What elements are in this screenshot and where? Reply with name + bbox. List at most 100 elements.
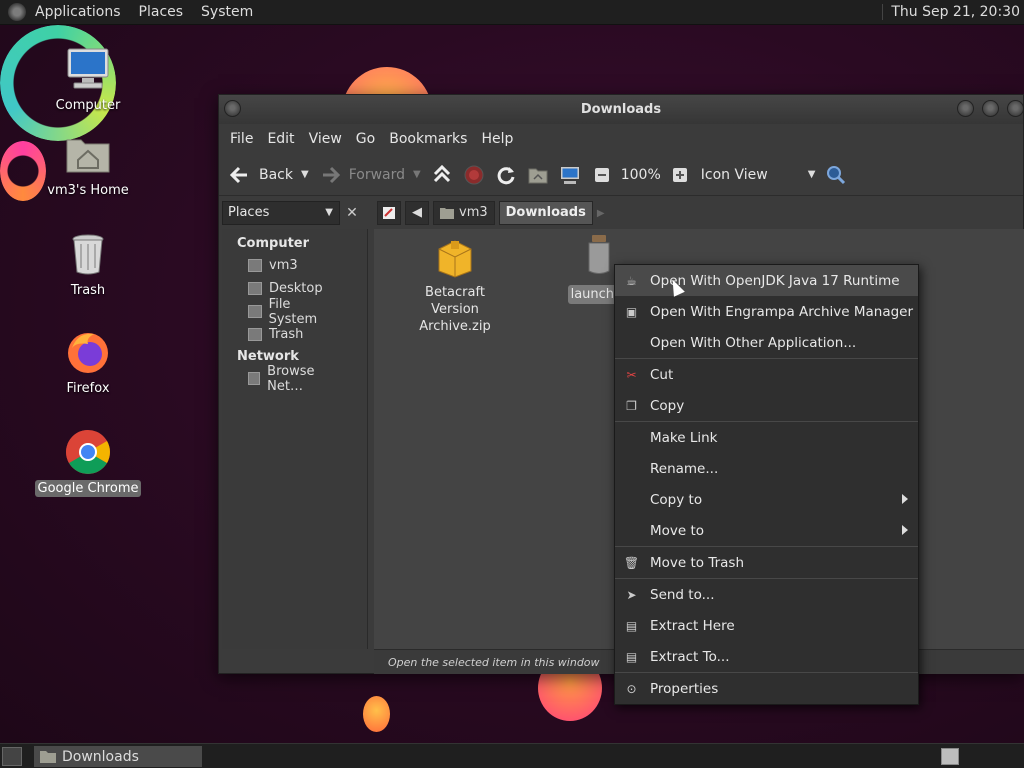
sidebar-item-vm3[interactable]: vm3 — [222, 254, 367, 277]
menu-item-extract-here[interactable]: ▤ Extract Here — [615, 610, 918, 641]
menu-system[interactable]: System — [192, 4, 262, 20]
properties-icon: ⊙ — [626, 681, 637, 696]
menu-item-label: Properties — [650, 680, 719, 697]
sidebar-item-browse-network[interactable]: Browse Net… — [222, 364, 367, 394]
home-folder-icon — [248, 259, 262, 272]
menu-help[interactable]: Help — [474, 131, 520, 147]
menu-item-open-with-other[interactable]: Open With Other Application... — [615, 327, 918, 358]
view-mode-value: Icon View — [700, 166, 768, 183]
menu-item-make-link[interactable]: Make Link — [615, 422, 918, 453]
sidebar-item-file-system[interactable]: File System — [222, 297, 367, 327]
menu-item-label: Make Link — [650, 429, 718, 446]
desktop-icon-label: vm3's Home — [47, 183, 129, 198]
toggle-location-entry-button[interactable] — [377, 201, 401, 225]
desktop-icon-label: Firefox — [66, 381, 110, 396]
menu-go[interactable]: Go — [349, 131, 382, 147]
stop-button[interactable] — [463, 164, 485, 186]
desktop-icon-firefox[interactable]: Firefox — [33, 328, 143, 397]
menu-bookmarks[interactable]: Bookmarks — [382, 131, 474, 147]
menu-file[interactable]: File — [223, 131, 260, 147]
menu-item-extract-to[interactable]: ▤ Extract To... — [615, 641, 918, 672]
window-menu-button[interactable] — [224, 100, 241, 117]
menu-item-cut[interactable]: ✂ Cut — [615, 359, 918, 390]
title-bar[interactable]: Downloads — [219, 95, 1024, 124]
location-bar: Places ▼ ✕ ◀ vm3 Downloads ▶ — [219, 197, 1024, 229]
menu-edit[interactable]: Edit — [260, 131, 301, 147]
folder-icon — [40, 751, 56, 763]
minimize-button[interactable] — [957, 100, 974, 117]
view-mode-select[interactable]: Icon View ▼ — [701, 167, 816, 183]
menu-item-copy[interactable]: ❐ Copy — [615, 390, 918, 421]
menu-item-label: Open With Other Application... — [650, 334, 857, 351]
menu-item-open-with-engrampa[interactable]: ▣ Open With Engrampa Archive Manager — [615, 296, 918, 327]
path-scroll-left-button[interactable]: ◀ — [405, 201, 429, 225]
close-side-pane-icon[interactable]: ✕ — [342, 203, 362, 223]
menu-places[interactable]: Places — [130, 4, 193, 20]
menu-item-send-to[interactable]: ➤ Send to... — [615, 579, 918, 610]
desktop-icon-trash[interactable]: Trash — [33, 230, 143, 299]
back-history-chevron-down-icon[interactable]: ▼ — [301, 169, 309, 180]
back-label: Back — [259, 166, 293, 183]
desktop-icon-chrome[interactable]: Google Chrome — [33, 428, 143, 497]
search-button[interactable] — [825, 164, 847, 186]
sidebar-item-label: File System — [268, 296, 318, 327]
trash-icon — [248, 328, 262, 341]
computer-icon — [67, 48, 109, 89]
home-button[interactable] — [527, 164, 549, 186]
firefox-icon — [68, 333, 108, 373]
drive-icon — [248, 305, 262, 318]
menu-item-move-to[interactable]: Move to — [615, 515, 918, 546]
clock[interactable]: Thu Sep 21, 20:30 — [882, 4, 1020, 20]
reload-button[interactable] — [495, 164, 517, 186]
computer-button[interactable] — [559, 164, 581, 186]
toolbar: Back ▼ Forward ▼ 100% Icon View ▼ — [219, 154, 1023, 196]
side-pane-select[interactable]: Places ▼ — [222, 201, 340, 225]
network-icon — [248, 372, 261, 385]
sidebar-item-trash[interactable]: Trash — [222, 323, 367, 346]
desktop-icon-home[interactable]: vm3's Home — [33, 130, 143, 199]
menu-item-label: Move to — [650, 522, 705, 539]
maximize-button[interactable] — [982, 100, 999, 117]
menu-item-move-to-trash[interactable]: 🗑 Move to Trash — [615, 547, 918, 578]
copy-icon: ❐ — [626, 398, 637, 413]
archive-icon: ▣ — [625, 304, 638, 319]
side-pane-value: Places — [228, 205, 270, 220]
scissors-icon: ✂ — [626, 367, 637, 382]
mate-logo-icon[interactable] — [8, 3, 26, 21]
menu-item-rename[interactable]: Rename... — [615, 453, 918, 484]
desktop-icon-computer[interactable]: Computer — [33, 45, 143, 114]
crumb-label: vm3 — [459, 205, 488, 220]
menu-item-copy-to[interactable]: Copy to — [615, 484, 918, 515]
zoom-control[interactable]: 100% — [591, 164, 691, 186]
home-folder-icon — [440, 208, 454, 219]
path-crumb-downloads[interactable]: Downloads — [498, 201, 593, 225]
chevron-down-icon: ▼ — [807, 169, 816, 180]
path-bar: ◀ vm3 Downloads ▶ — [377, 201, 605, 225]
file-name: Betacraft Version Archive.zip — [419, 285, 491, 334]
back-arrow-icon — [229, 164, 251, 186]
zoom-in-icon[interactable] — [669, 164, 691, 186]
context-menu: ☕ Open With OpenJDK Java 17 Runtime ▣ Op… — [614, 264, 919, 705]
desktop-folder-icon — [248, 282, 262, 295]
forward-button[interactable]: Forward ▼ — [319, 164, 421, 186]
chrome-icon — [66, 430, 110, 474]
path-crumb-vm3[interactable]: vm3 — [433, 201, 495, 225]
menu-item-open-with-java[interactable]: ☕ Open With OpenJDK Java 17 Runtime — [615, 265, 918, 296]
forward-history-chevron-down-icon[interactable]: ▼ — [413, 169, 421, 180]
forward-label: Forward — [348, 166, 406, 183]
path-scroll-right-icon[interactable]: ▶ — [597, 208, 605, 219]
menu-view[interactable]: View — [302, 131, 349, 147]
menu-bar: File Edit View Go Bookmarks Help — [219, 124, 1023, 154]
menu-item-label: Rename... — [650, 460, 719, 477]
workspace-switcher[interactable] — [941, 748, 959, 765]
submenu-arrow-icon — [902, 494, 908, 504]
up-button[interactable] — [431, 164, 453, 186]
file-item[interactable]: Betacraft Version Archive.zip — [399, 237, 511, 336]
show-desktop-button[interactable] — [2, 747, 22, 766]
menu-applications[interactable]: Applications — [26, 4, 130, 20]
close-button[interactable] — [1007, 100, 1024, 117]
taskbar-item-downloads[interactable]: Downloads — [34, 746, 202, 767]
back-button[interactable]: Back ▼ — [229, 164, 309, 186]
zoom-out-icon[interactable] — [591, 164, 613, 186]
menu-item-properties[interactable]: ⊙ Properties — [615, 673, 918, 704]
